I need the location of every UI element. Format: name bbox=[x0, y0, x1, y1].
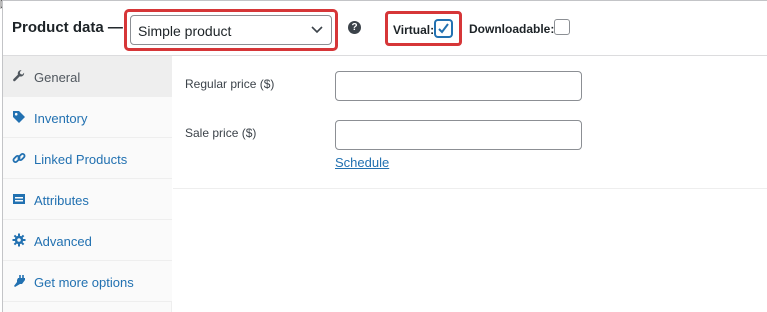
sale-price-label: Sale price ($) bbox=[185, 126, 257, 140]
tag-icon bbox=[13, 111, 25, 123]
virtual-highlight: Virtual: bbox=[385, 11, 462, 46]
table-icon bbox=[13, 194, 25, 204]
downloadable-checkbox[interactable] bbox=[554, 19, 570, 35]
tab-linked-products[interactable]: Linked Products bbox=[3, 138, 172, 179]
tab-label: Attributes bbox=[34, 193, 89, 208]
product-type-highlight: Simple product bbox=[124, 9, 338, 51]
regular-price-label: Regular price ($) bbox=[185, 77, 275, 91]
link-icon bbox=[12, 153, 26, 163]
chevron-down-icon bbox=[311, 26, 323, 34]
question-circle-icon[interactable]: ? bbox=[348, 21, 361, 34]
tab-attributes[interactable]: Attributes bbox=[3, 179, 172, 220]
virtual-label: Virtual: bbox=[393, 23, 435, 37]
product-data-header: Product data — Simple product ? Virtual:… bbox=[3, 1, 767, 56]
product-data-title: Product data — bbox=[12, 19, 123, 36]
tab-label: Inventory bbox=[34, 111, 88, 126]
tab-inventory[interactable]: Inventory bbox=[3, 97, 172, 138]
tab-general[interactable]: General bbox=[3, 56, 172, 97]
tab-label: Linked Products bbox=[34, 152, 128, 167]
checkmark-icon bbox=[438, 23, 449, 34]
tab-label: General bbox=[34, 70, 81, 85]
gear-icon bbox=[12, 233, 26, 247]
tab-advanced[interactable]: Advanced bbox=[3, 220, 172, 261]
tab-label: Advanced bbox=[34, 234, 92, 249]
product-type-select[interactable]: Simple product bbox=[130, 15, 332, 45]
wrench-icon bbox=[13, 70, 25, 82]
downloadable-label: Downloadable: bbox=[469, 22, 555, 36]
product-type-value: Simple product bbox=[138, 23, 232, 39]
tab-label: Get more options bbox=[34, 275, 134, 290]
plugin-icon bbox=[14, 275, 25, 287]
regular-price-input[interactable] bbox=[335, 71, 582, 101]
virtual-checkbox[interactable] bbox=[435, 20, 452, 37]
product-data-tabs: General Inventory Linked Products Attrib… bbox=[3, 56, 172, 312]
sale-price-input[interactable] bbox=[335, 120, 582, 150]
general-panel: Regular price ($) Sale price ($) Schedul… bbox=[173, 56, 767, 189]
schedule-link[interactable]: Schedule bbox=[335, 155, 389, 170]
product-data-panel: Product data — Simple product ? Virtual:… bbox=[2, 0, 767, 312]
tab-get-more-options[interactable]: Get more options bbox=[3, 261, 172, 302]
